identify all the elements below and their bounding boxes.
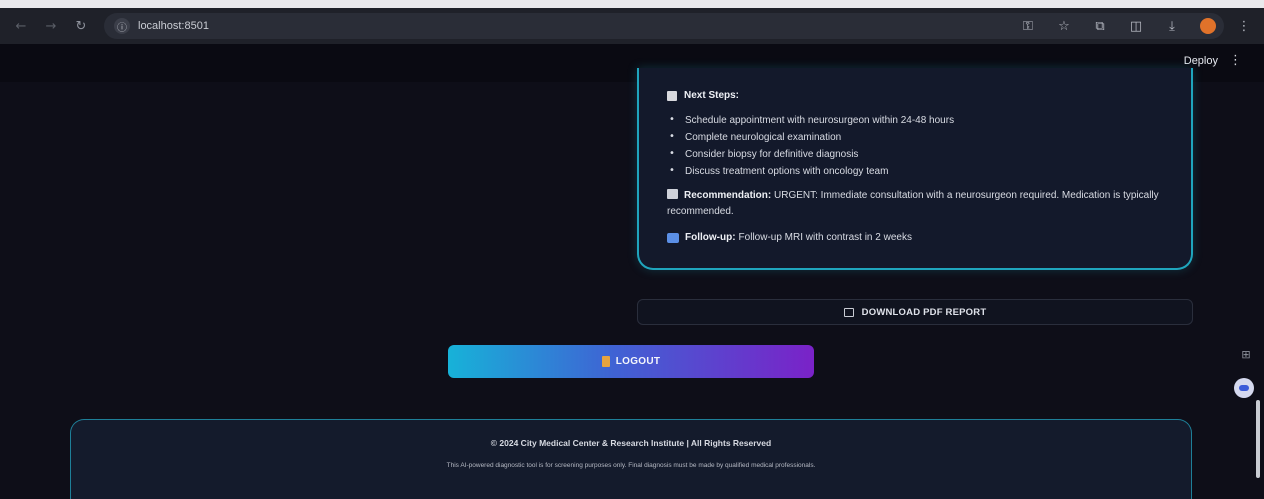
main-content: Next Steps: Schedule appointment with ne… (0, 68, 1264, 499)
footer: © 2024 City Medical Center & Research In… (70, 419, 1192, 499)
next-steps-list: Schedule appointment with neurosurgeon w… (667, 114, 1165, 177)
download-pdf-button[interactable]: DOWNLOAD PDF REPORT (637, 299, 1193, 325)
follow-up: Follow-up: Follow-up MRI with contrast i… (667, 232, 1165, 243)
download-pdf-label: DOWNLOAD PDF REPORT (861, 306, 987, 318)
site-info-icon[interactable]: ⓘ (114, 18, 130, 34)
extensions-icon[interactable]: ⧉ (1092, 19, 1108, 34)
follow-up-label: Follow-up: (685, 232, 736, 243)
list-item: Consider biopsy for definitive diagnosis (667, 148, 1165, 160)
copyright-text: © 2024 City Medical Center & Research In… (490, 438, 772, 448)
browser-toolbar: ← → ↻ ⓘ localhost:8501 ⚿ ☆ ⧉ ◫ ⤓ ⋮ (0, 8, 1264, 44)
list-item: Complete neurological examination (667, 131, 1165, 143)
scrollbar[interactable] (1256, 400, 1260, 478)
chat-dots-icon (1239, 385, 1249, 391)
reload-icon[interactable]: ↻ (70, 15, 92, 37)
download-icon[interactable]: ⤓ (1164, 19, 1180, 34)
next-steps-title: Next Steps: (684, 90, 740, 101)
password-key-icon[interactable]: ⚿ (1020, 19, 1036, 34)
calendar-icon (667, 232, 679, 243)
next-steps-heading: Next Steps: (667, 90, 1165, 101)
list-item: Schedule appointment with neurosurgeon w… (667, 114, 1165, 126)
sidebar-icon[interactable]: ◫ (1128, 19, 1144, 34)
clipboard-icon (667, 90, 677, 101)
logout-button[interactable]: LOGOUT (448, 345, 814, 378)
app-menu-icon[interactable]: ⋮ (1229, 53, 1242, 68)
deploy-button[interactable]: Deploy (1184, 55, 1218, 67)
door-icon (601, 356, 610, 367)
url-text[interactable]: localhost:8501 (138, 20, 209, 32)
logout-label: LOGOUT (615, 356, 661, 367)
disclaimer-text: This AI-powered diagnostic tool is for s… (446, 462, 816, 469)
diagnosis-report-card: Next Steps: Schedule appointment with ne… (637, 68, 1193, 270)
recommendation-label: Recommendation: (684, 190, 772, 201)
back-arrow-icon[interactable]: ← (10, 15, 32, 37)
browser-action-icons: ⚿ ☆ ⧉ ◫ ⤓ ⋮ (1020, 15, 1252, 37)
grid-widget-icon[interactable]: ⊞ (1238, 348, 1254, 364)
kebab-menu-icon[interactable]: ⋮ (1236, 19, 1252, 34)
star-icon[interactable]: ☆ (1056, 19, 1072, 34)
forward-arrow-icon[interactable]: → (40, 15, 62, 37)
hospital-icon (667, 189, 678, 199)
chat-bubble-icon[interactable] (1234, 378, 1254, 398)
document-icon (843, 307, 854, 317)
list-item: Discuss treatment options with oncology … (667, 165, 1165, 177)
recommendation: Recommendation: URGENT: Immediate consul… (667, 188, 1165, 220)
follow-up-text: Follow-up MRI with contrast in 2 weeks (738, 232, 912, 243)
window-top-strip (0, 0, 1264, 8)
profile-avatar-icon[interactable] (1200, 18, 1216, 34)
